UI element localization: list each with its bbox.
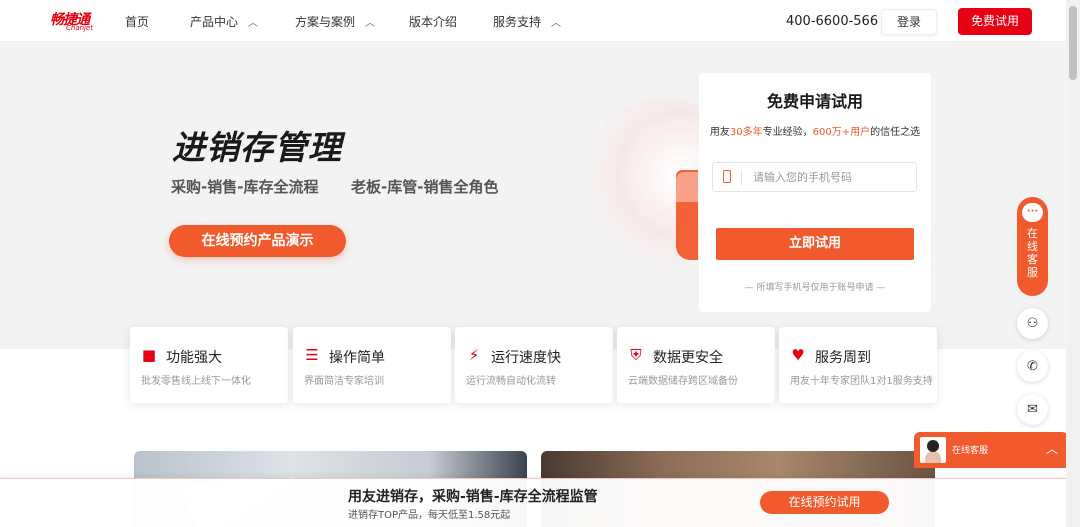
chevron-up-icon: ︿ — [551, 18, 562, 29]
nav-item-label: 首页 — [125, 15, 150, 29]
form-title: 免费申请试用 — [766, 92, 863, 111]
shield-icon: ⛨ — [630, 346, 642, 364]
grid-icon: ■ — [141, 346, 157, 364]
form-sub-users: 600万+用户 — [812, 127, 871, 138]
feature-title: 操作简单 — [329, 350, 385, 366]
trial-application-form: 免费申请试用 用友30多年专业经验，600万+用户的信任之选 立即试用 — 所填… — [699, 73, 931, 312]
feature-desc: 界面简洁专家培训 — [304, 376, 384, 387]
chevron-up-icon[interactable]: ︿ — [1046, 440, 1058, 457]
hotline-number: 400-6600-566 — [786, 14, 879, 29]
heart-hand-icon: ♥ — [791, 346, 805, 364]
phone-number-input[interactable] — [753, 168, 908, 186]
feature-card-fast: ⚡ 运行速度快 运行流畅自动化流转 — [455, 327, 613, 403]
online-service-button[interactable]: ··· 在线客服 — [1017, 197, 1048, 296]
sliders-icon: ☰ — [305, 346, 319, 364]
hero-subtitle-roles: 老板-库管-销售全角色 — [351, 178, 499, 196]
input-divider — [741, 170, 742, 186]
book-trial-button[interactable]: 在线预约试用 — [760, 491, 889, 514]
add-user-icon: ⚇ — [1026, 316, 1039, 331]
nav-item-solutions[interactable]: 方案与案例 ︿ — [295, 13, 375, 30]
mobile-phone-icon — [723, 170, 731, 183]
form-sub-mid: 专业经验， — [762, 127, 813, 138]
phone-icon: ✆ — [1027, 359, 1038, 374]
lightning-icon: ⚡ — [468, 346, 480, 364]
feature-card-service: ♥ 服务周到 用友十年专家团队1对1服务支持 — [779, 327, 937, 403]
feature-desc: 批发零售线上线下一体化 — [141, 376, 251, 387]
chevron-up-icon: ︿ — [248, 18, 259, 29]
nav-item-home[interactable]: 首页 — [125, 13, 149, 30]
hero-title: 进销存管理 — [172, 128, 342, 167]
nav-item-label: 产品中心 — [190, 15, 239, 29]
feature-card-powerful: ■ 功能强大 批发零售线上线下一体化 — [130, 327, 288, 403]
nav-item-versions[interactable]: 版本介绍 — [409, 13, 457, 30]
nav-item-label: 版本介绍 — [409, 15, 458, 29]
feature-desc: 用友十年专家团队1对1服务支持 — [790, 376, 933, 387]
form-privacy-note: — 所填写手机号仅用于账号申请 — — [744, 283, 886, 293]
chevron-up-icon: ︿ — [365, 18, 376, 29]
feature-title: 功能强大 — [166, 350, 222, 366]
free-trial-button[interactable]: 免费试用 — [958, 8, 1032, 35]
message-icon: ✉ — [1027, 402, 1038, 417]
nav-item-label: 服务支持 — [493, 15, 542, 29]
agent-avatar — [920, 437, 946, 463]
nav-item-support[interactable]: 服务支持 ︿ — [493, 13, 561, 30]
message-button[interactable]: ✉ — [1017, 394, 1048, 425]
bottom-bar-title: 用友进销存，采购-销售-库存全流程监管 — [348, 489, 598, 505]
shield-illustration-highlight — [676, 172, 698, 202]
scrollbar-thumb[interactable] — [1069, 6, 1077, 80]
chat-bubble-icon: ··· — [1022, 203, 1043, 222]
logo-text-en: Chanjet — [66, 24, 94, 32]
online-service-label: 在线客服 — [1027, 227, 1038, 279]
form-sub-years: 30多年 — [729, 127, 763, 138]
feature-card-simple: ☰ 操作简单 界面简洁专家培训 — [293, 327, 451, 403]
chat-widget-title: 在线客服 — [952, 446, 989, 456]
form-sub-prefix: 用友 — [709, 127, 730, 138]
phone-call-button[interactable]: ✆ — [1017, 351, 1048, 382]
form-subtitle: 用友30多年专业经验，600万+用户的信任之选 — [699, 123, 931, 138]
form-sub-suffix: 的信任之选 — [870, 127, 921, 138]
add-contact-button[interactable]: ⚇ — [1017, 308, 1048, 339]
feature-desc: 运行流畅自动化流转 — [466, 376, 556, 387]
feature-title: 服务周到 — [815, 350, 871, 366]
bottom-promo-bar: 用友进销存，采购-销售-库存全流程监管 进销存TOP产品，每天低至1.58元起 … — [0, 478, 1066, 527]
nav-item-products[interactable]: 产品中心 ︿ — [190, 13, 258, 30]
top-navigation-bar: 畅捷通 Chanjet 首页 产品中心 ︿ 方案与案例 ︿ 版本介绍 服务支持 ︿ 4… — [0, 0, 1066, 42]
hero-subtitle-process: 采购-销售-库存全流程 — [171, 178, 319, 196]
nav-item-label: 方案与案例 — [295, 15, 356, 29]
phone-input-wrapper — [712, 162, 917, 192]
bottom-bar-subtitle: 进销存TOP产品，每天低至1.58元起 — [348, 510, 511, 521]
try-now-button[interactable]: 立即试用 — [716, 228, 914, 260]
chanjet-logo[interactable]: 畅捷通 Chanjet — [50, 9, 98, 33]
feature-desc: 云端数据储存跨区域备份 — [628, 376, 738, 387]
feature-title: 运行速度快 — [491, 350, 561, 366]
feature-card-secure: ⛨ 数据更安全 云端数据储存跨区域备份 — [617, 327, 775, 403]
chat-widget-header[interactable]: 在线客服 ︿ — [914, 432, 1068, 468]
book-demo-button[interactable]: 在线预约产品演示 — [169, 225, 346, 257]
feature-title: 数据更安全 — [653, 350, 723, 366]
login-button[interactable]: 登录 — [881, 9, 937, 35]
